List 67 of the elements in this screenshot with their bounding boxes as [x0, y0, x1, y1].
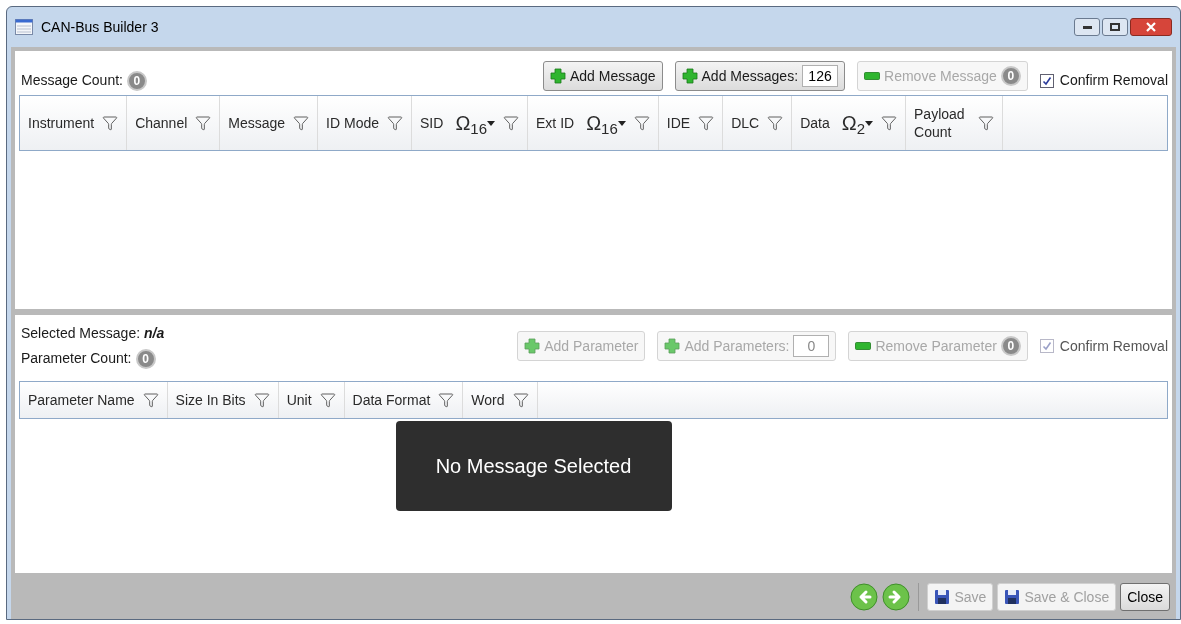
add-multiple-button[interactable]: Add Messages: 126 — [674, 61, 846, 91]
remove-label: Remove Message — [884, 66, 997, 86]
column-header[interactable]: Unit — [278, 382, 345, 418]
close-button[interactable]: Close — [1120, 583, 1170, 611]
parameter-count-badge: 0 — [135, 348, 156, 369]
radix-selector[interactable]: Ω$_{2}$ — [841, 108, 873, 138]
count-badge: 0 — [1000, 336, 1021, 356]
radix-selector[interactable]: Ω$_{16}$ — [455, 108, 495, 138]
column-header[interactable]: Payload Count — [906, 96, 1003, 150]
filter-icon[interactable] — [142, 392, 159, 408]
add-button[interactable]: Add Message — [542, 61, 663, 91]
column-header[interactable]: Instrument — [20, 96, 128, 150]
filter-icon[interactable] — [512, 392, 529, 408]
minus-icon — [864, 72, 881, 80]
quantity-field[interactable]: 126 — [802, 65, 839, 87]
filter-icon[interactable] — [387, 115, 404, 131]
confirm-removal-checkbox[interactable]: Confirm Removal — [1039, 70, 1168, 91]
column-header[interactable]: Message — [220, 96, 319, 150]
filter-icon[interactable] — [253, 392, 270, 408]
caret-icon — [487, 120, 495, 126]
filter-icon[interactable] — [881, 115, 897, 131]
column-header[interactable]: ID Mode — [318, 96, 413, 150]
plus-icon — [664, 338, 681, 354]
minus-icon — [855, 342, 872, 350]
parameter-count-label: Parameter Count: — [21, 349, 132, 368]
message-count-badge: 0 — [126, 70, 147, 91]
plus-icon — [681, 68, 698, 84]
maximize-button[interactable] — [1102, 18, 1128, 36]
radix-selector[interactable]: Ω$_{16}$ — [586, 108, 626, 138]
caret-icon — [617, 120, 626, 126]
plus-icon — [549, 68, 566, 84]
column-header[interactable]: Word — [463, 382, 538, 418]
column-header[interactable]: Ext ID Ω$_{16}$ — [528, 96, 659, 150]
filter-icon[interactable] — [633, 115, 650, 131]
caret-icon — [865, 120, 873, 126]
window-icon — [15, 19, 33, 35]
filter-icon[interactable] — [767, 115, 784, 131]
plus-icon — [524, 338, 541, 354]
filter-icon[interactable] — [293, 115, 310, 131]
filter-icon[interactable] — [102, 115, 119, 131]
column-header[interactable]: Data Ω$_{2}$ — [792, 96, 906, 150]
close-icon — [1146, 22, 1156, 32]
check-icon — [1041, 341, 1052, 351]
filter-icon[interactable] — [978, 115, 994, 131]
selected-message-label: Selected Message: n/a — [21, 324, 166, 343]
close-window-button[interactable] — [1130, 18, 1172, 36]
column-header[interactable]: SID Ω$_{16}$ — [412, 96, 528, 150]
count-badge: 0 — [1000, 66, 1021, 86]
remove-label: Remove Parameter — [875, 336, 997, 356]
column-header[interactable]: DLC — [723, 96, 793, 150]
column-header[interactable]: Channel — [127, 96, 221, 150]
add-multiple-label: Add Parameters: — [684, 336, 790, 356]
filter-icon[interactable] — [319, 392, 336, 408]
column-header[interactable]: Size In Bits — [167, 382, 279, 418]
add-multiple-label: Add Messages: — [701, 66, 799, 86]
filter-icon[interactable] — [503, 115, 519, 131]
check-icon — [1041, 75, 1052, 86]
filter-icon[interactable] — [438, 392, 455, 408]
minimize-button[interactable] — [1074, 18, 1100, 36]
message-count-label: Message Count: — [21, 71, 123, 90]
window-title: CAN-Bus Builder 3 — [41, 17, 160, 37]
column-header[interactable]: Parameter Name — [20, 382, 168, 418]
filter-icon[interactable] — [698, 115, 715, 131]
empty-state-message: No Message Selected — [395, 421, 672, 511]
column-header[interactable]: Data Format — [344, 382, 464, 418]
column-header[interactable]: IDE — [658, 96, 724, 150]
filter-icon[interactable] — [195, 115, 212, 131]
